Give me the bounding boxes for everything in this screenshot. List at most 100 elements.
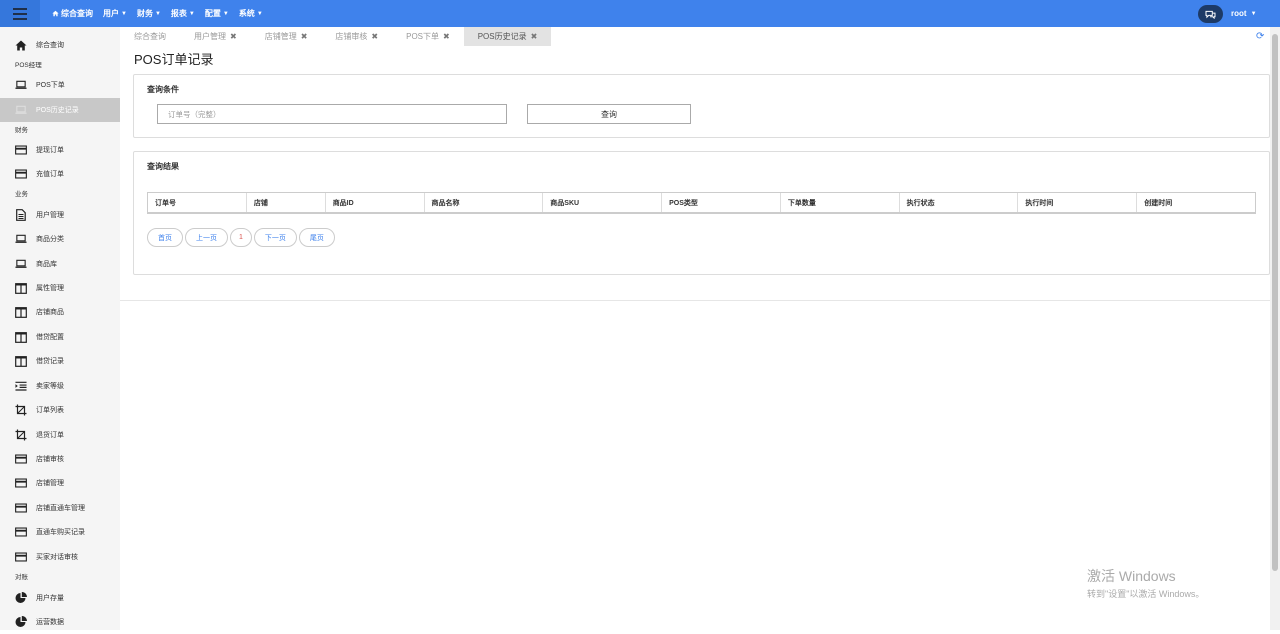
sidebar-item-label: 退货订单 bbox=[36, 432, 64, 439]
close-icon[interactable]: ✖ bbox=[443, 32, 450, 41]
credit-card-icon bbox=[15, 453, 27, 465]
table-header-cell[interactable]: 执行时间 bbox=[1018, 193, 1138, 212]
sidebar-item[interactable]: 店铺审核 bbox=[0, 447, 120, 471]
sidebar-item[interactable]: 借贷配置 bbox=[0, 325, 120, 349]
nav-home[interactable]: 综合查询 bbox=[52, 8, 93, 19]
table-header-cell[interactable]: 商品ID bbox=[326, 193, 425, 212]
sidebar-item[interactable]: 用户存量 bbox=[0, 586, 120, 610]
vertical-scrollbar[interactable] bbox=[1270, 27, 1280, 630]
tab[interactable]: 用户管理 ✖ bbox=[180, 27, 251, 46]
sidebar-item[interactable]: 提现订单 bbox=[0, 138, 120, 162]
sidebar-item-label: 综合查询 bbox=[36, 42, 64, 49]
tab[interactable]: 综合查询 bbox=[120, 27, 180, 46]
tab[interactable]: 店铺审核 ✖ bbox=[321, 27, 392, 46]
sidebar-item-label: 用户存量 bbox=[36, 595, 64, 602]
sidebar-item[interactable]: 属性管理 bbox=[0, 276, 120, 300]
order-number-input[interactable] bbox=[157, 104, 507, 124]
sidebar-item[interactable]: 运营数据 bbox=[0, 610, 120, 634]
watermark-line-2: 转到"设置"以激活 Windows。 bbox=[1087, 589, 1205, 599]
results-panel-title: 查询结果 bbox=[147, 162, 179, 171]
first-page-button[interactable]: 首页 bbox=[147, 228, 183, 247]
caret-down-icon: ▼ bbox=[222, 10, 229, 17]
tab[interactable]: POS历史记录 ✖ bbox=[463, 27, 552, 46]
credit-card-icon bbox=[15, 502, 27, 514]
sidebar-item-label: POS下单 bbox=[36, 82, 65, 89]
credit-card-icon bbox=[15, 551, 27, 563]
sidebar-item[interactable]: POS下单 bbox=[0, 73, 120, 97]
laptop-icon bbox=[15, 79, 27, 91]
sidebar-item[interactable]: 店铺管理 bbox=[0, 471, 120, 495]
sidebar-item-label: 运营数据 bbox=[36, 619, 64, 626]
sidebar-item[interactable]: 买家对话审核 bbox=[0, 545, 120, 569]
menu-toggle-button[interactable] bbox=[0, 0, 40, 27]
nav-system-menu[interactable]: 系统 ▼ bbox=[239, 8, 263, 19]
table-header-cell[interactable]: POS类型 bbox=[662, 193, 781, 212]
sidebar-section-label: POS经理 bbox=[15, 62, 42, 69]
table-header-cell[interactable]: 店铺 bbox=[247, 193, 326, 212]
caret-down-icon: ▼ bbox=[188, 10, 195, 17]
sidebar-item[interactable]: 退货订单 bbox=[0, 423, 120, 447]
close-icon[interactable]: ✖ bbox=[371, 32, 378, 41]
sidebar-item-label: POS历史记录 bbox=[36, 107, 79, 114]
tab[interactable]: 店铺管理 ✖ bbox=[251, 27, 322, 46]
top-navbar: 综合查询 用户 ▼ 财务 ▼ 报表 ▼ 配置 ▼ 系统 ▼ root ▼ bbox=[0, 0, 1280, 27]
close-icon[interactable]: ✖ bbox=[230, 32, 237, 41]
sidebar-item-label: 订单列表 bbox=[36, 407, 64, 414]
prev-page-button[interactable]: 上一页 bbox=[185, 228, 228, 247]
sidebar-item-label: 提现订单 bbox=[36, 147, 64, 154]
tab[interactable]: POS下单 ✖ bbox=[392, 27, 464, 46]
caret-down-icon: ▼ bbox=[154, 10, 161, 17]
sidebar-item[interactable]: 用户管理 bbox=[0, 203, 120, 227]
sidebar-item[interactable]: 充值订单 bbox=[0, 162, 120, 186]
sidebar-item[interactable]: POS历史记录 bbox=[0, 98, 120, 122]
laptop-icon bbox=[15, 233, 27, 245]
page-title: POS订单记录 bbox=[134, 52, 214, 67]
sidebar-item[interactable]: 综合查询 bbox=[0, 33, 120, 57]
indent-icon bbox=[15, 380, 27, 392]
crop-icon bbox=[15, 429, 27, 441]
sidebar-section-label: 对账 bbox=[15, 574, 28, 581]
sidebar-item-label: 店铺审核 bbox=[36, 456, 64, 463]
sidebar-item[interactable]: 商品分类 bbox=[0, 227, 120, 251]
columns-icon bbox=[15, 355, 27, 367]
table-header-cell[interactable]: 执行状态 bbox=[900, 193, 1019, 212]
tab-bar: 综合查询 用户管理 ✖ 店铺管理 ✖ 店铺审核 ✖ POS下单 ✖ POS历史记录 ✖ bbox=[120, 27, 552, 46]
last-page-button[interactable]: 尾页 bbox=[298, 228, 335, 247]
results-table-header: 订单号 店铺 商品ID 商品名称 商品SKU POS类型 下单数量 执行状态 执行时间 创建时间 bbox=[147, 192, 1256, 214]
sidebar-item[interactable]: 卖家等级 bbox=[0, 374, 120, 398]
user-menu[interactable]: root ▼ bbox=[1231, 0, 1257, 27]
table-header-cell[interactable]: 创建时间 bbox=[1137, 193, 1255, 212]
credit-card-icon bbox=[15, 168, 27, 180]
query-button[interactable]: 查询 bbox=[527, 104, 691, 124]
nav-user-menu[interactable]: 用户 ▼ bbox=[103, 8, 127, 19]
refresh-icon[interactable]: ⟳ bbox=[1256, 31, 1264, 42]
sidebar-item[interactable]: 商品库 bbox=[0, 252, 120, 276]
next-page-button[interactable]: 下一页 bbox=[253, 228, 297, 247]
sidebar-item[interactable]: 店铺商品 bbox=[0, 300, 120, 324]
chat-button[interactable] bbox=[1198, 5, 1223, 23]
nav-config-menu[interactable]: 配置 ▼ bbox=[205, 8, 229, 19]
table-header-cell[interactable]: 订单号 bbox=[148, 193, 247, 212]
sidebar-item[interactable]: 借贷记录 bbox=[0, 349, 120, 373]
sidebar-item-label: 店铺直通车管理 bbox=[36, 505, 85, 512]
close-icon[interactable]: ✖ bbox=[531, 32, 538, 41]
sidebar-item-label: 属性管理 bbox=[36, 285, 64, 292]
sidebar-item[interactable]: 直通车购买记录 bbox=[0, 520, 120, 544]
laptop-icon bbox=[15, 104, 27, 116]
watermark-line-1: 激活 Windows bbox=[1087, 568, 1176, 584]
sidebar-item[interactable]: 店铺直通车管理 bbox=[0, 496, 120, 520]
close-icon[interactable]: ✖ bbox=[301, 32, 308, 41]
table-header-cell[interactable]: 下单数量 bbox=[781, 193, 900, 212]
main-nav: 综合查询 用户 ▼ 财务 ▼ 报表 ▼ 配置 ▼ 系统 ▼ bbox=[52, 0, 263, 27]
nav-finance-menu[interactable]: 财务 ▼ bbox=[137, 8, 161, 19]
nav-report-menu[interactable]: 报表 ▼ bbox=[171, 8, 195, 19]
content-divider bbox=[120, 300, 1270, 301]
sidebar-item[interactable]: 订单列表 bbox=[0, 398, 120, 422]
scrollbar-thumb[interactable] bbox=[1272, 34, 1278, 571]
sidebar-item-label: 店铺商品 bbox=[36, 309, 64, 316]
table-header-cell[interactable]: 商品SKU bbox=[543, 193, 663, 212]
table-header-cell[interactable]: 商品名称 bbox=[425, 193, 544, 212]
sidebar: 综合查询 POS下单 POS历史记录 提现订单充值订单用户管理 商品分类 商品库属性管理店… bbox=[0, 27, 120, 630]
current-page-button[interactable]: 1 bbox=[230, 228, 252, 247]
credit-card-icon bbox=[15, 477, 27, 489]
